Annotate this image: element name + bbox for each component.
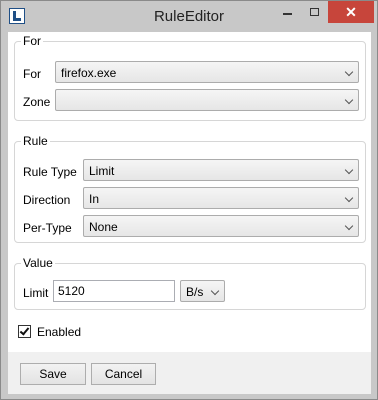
- direction-label: Direction: [23, 193, 71, 207]
- chevron-down-icon: [344, 67, 354, 77]
- limit-input[interactable]: [53, 280, 175, 302]
- chevron-down-icon: [344, 193, 354, 203]
- limit-label: Limit: [23, 286, 49, 300]
- per-type-value: None: [89, 220, 118, 234]
- close-button[interactable]: ✕: [328, 1, 374, 23]
- minimize-icon: [282, 13, 292, 15]
- chevron-down-icon: [210, 286, 220, 296]
- close-icon: ✕: [345, 3, 357, 20]
- dialog-footer: Save Cancel: [8, 352, 371, 394]
- for-group: For For firefox.exe Zone: [14, 34, 366, 121]
- cancel-button[interactable]: Cancel: [91, 363, 156, 385]
- rule-type-label: Rule Type: [23, 165, 77, 179]
- rule-editor-window: RuleEditor ✕ For For firefox.exe Zone Ru…: [0, 0, 378, 400]
- enabled-label[interactable]: Enabled: [37, 325, 81, 339]
- for-group-legend: For: [21, 34, 43, 48]
- unit-value: B/s: [186, 285, 204, 299]
- direction-value: In: [89, 192, 100, 206]
- per-type-dropdown[interactable]: None: [83, 215, 359, 237]
- chevron-down-icon: [344, 165, 354, 175]
- direction-dropdown[interactable]: In: [83, 187, 359, 209]
- value-group: Value Limit B/s: [14, 256, 366, 310]
- unit-dropdown[interactable]: B/s: [180, 280, 225, 302]
- dialog-body: For For firefox.exe Zone Rule Rule Type …: [8, 32, 371, 394]
- value-group-legend: Value: [21, 256, 55, 270]
- rule-type-dropdown[interactable]: Limit: [83, 159, 359, 181]
- rule-group: Rule Rule Type Limit Direction In Per-Ty…: [14, 134, 366, 243]
- rule-type-value: Limit: [89, 164, 115, 178]
- rule-group-legend: Rule: [21, 134, 50, 148]
- chevron-down-icon: [344, 221, 354, 231]
- for-process-value: firefox.exe: [61, 66, 117, 80]
- checkmark-icon: [19, 325, 30, 336]
- zone-dropdown[interactable]: [55, 89, 359, 111]
- limit-field[interactable]: [54, 281, 174, 301]
- for-process-dropdown[interactable]: firefox.exe: [55, 61, 359, 83]
- chevron-down-icon: [344, 95, 354, 105]
- enabled-checkbox[interactable]: [18, 325, 31, 338]
- per-type-label: Per-Type: [23, 221, 72, 235]
- for-label: For: [23, 67, 41, 81]
- zone-label: Zone: [23, 95, 51, 109]
- save-button[interactable]: Save: [20, 363, 86, 385]
- title-bar[interactable]: RuleEditor ✕: [1, 1, 377, 32]
- maximize-button[interactable]: [301, 1, 327, 23]
- minimize-button[interactable]: [274, 1, 300, 23]
- maximize-icon: [309, 8, 319, 16]
